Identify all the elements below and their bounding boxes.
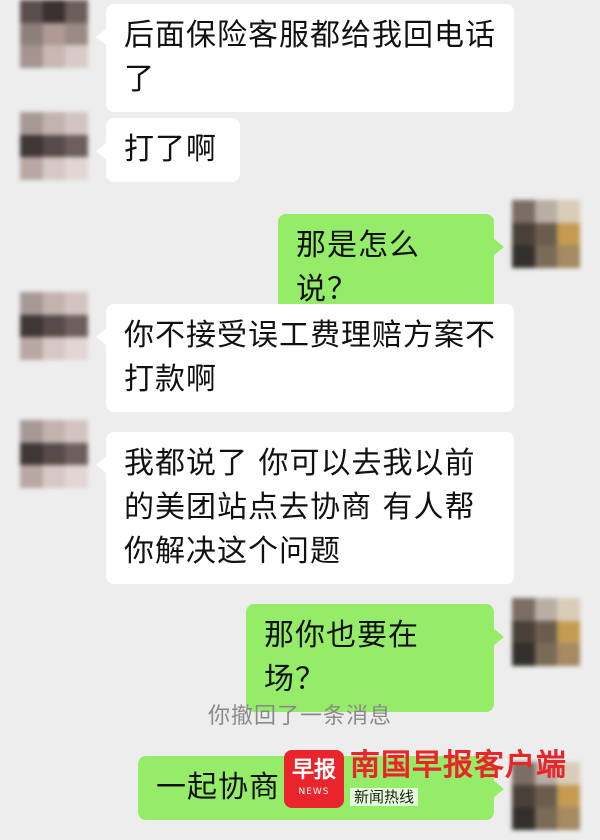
contact-avatar[interactable] (20, 112, 88, 180)
contact-avatar[interactable] (20, 0, 88, 68)
news-logo-text: 早报 (291, 758, 336, 783)
news-logo-subtext: NEWS (298, 787, 330, 797)
self-avatar[interactable] (512, 598, 580, 666)
contact-avatar[interactable] (20, 292, 88, 360)
contact-avatar[interactable] (20, 420, 88, 488)
news-logo: 早报 NEWS (284, 750, 344, 808)
news-watermark-title: 南国早报客户端 (350, 748, 567, 783)
message-bubble-outgoing[interactable]: 那你也要在场？ (246, 604, 504, 712)
recall-notice: 你撤回了一条消息 (207, 704, 392, 729)
news-watermark: 早报 NEWS 南国早报客户端 新闻热线 (284, 748, 584, 810)
message-bubble-incoming[interactable]: 后面保险客服都给我回电话了 (96, 4, 514, 112)
message-bubble-incoming[interactable]: 我都说了 你可以去我以前的美团站点去协商 有人帮你解决这个问题 (96, 432, 514, 584)
news-watermark-subtitle: 新闻热线 (350, 788, 419, 806)
message-bubble-incoming[interactable]: 打了啊 (96, 118, 240, 182)
self-avatar[interactable] (512, 200, 580, 268)
message-bubble-incoming[interactable]: 你不接受误工费理赔方案不打款啊 (96, 304, 514, 412)
chat-window: 后面保险客服都给我回电话了 打了啊 那是怎么说？ 你不接受误工费理赔方案不打款啊… (0, 0, 600, 840)
